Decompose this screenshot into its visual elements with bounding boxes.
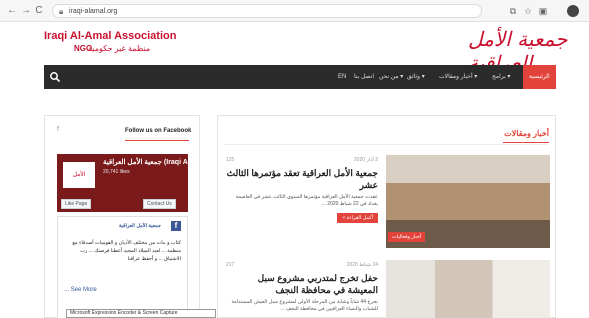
nav-home[interactable]: الرئيسية xyxy=(523,65,556,89)
nav-programs[interactable]: برامج ▾ xyxy=(492,65,510,89)
see-more-link[interactable]: ... See More xyxy=(64,287,97,293)
nav-about[interactable]: من نحن ▾ xyxy=(379,65,403,89)
search-icon[interactable] xyxy=(49,71,61,83)
article-card: 2 آذار 2020 125 جمعية الأمل العراقية تعق… xyxy=(226,157,378,223)
profile-avatar[interactable] xyxy=(567,5,579,17)
contact-us-button[interactable]: Contact Us xyxy=(143,199,176,209)
ngo-label-arabic: منظمة غير حكومية xyxy=(88,44,151,53)
heading-underline xyxy=(503,142,549,143)
extension-icon[interactable]: ▣ xyxy=(537,5,549,17)
article-date: 2 آذار 2020 xyxy=(353,157,378,163)
nav-contact[interactable]: اتصل بنا xyxy=(354,65,374,89)
browser-toolbar: ← → C 🔒︎ iraqi-alamal.org ⧉ ☆ ▣ xyxy=(0,0,589,22)
facebook-cover[interactable]: الأمل جمعية الأمل العراقية (Iraqi Ala...… xyxy=(57,154,199,212)
article-thumbnail[interactable]: أخبار وفعاليات xyxy=(386,155,550,248)
like-page-button[interactable]: Like Page xyxy=(61,199,92,209)
nav-news-articles[interactable]: أخبار ومقالات ▾ xyxy=(439,65,477,89)
article-views: 125 xyxy=(226,157,235,163)
heading-underline xyxy=(125,140,189,141)
facebook-logo-icon: f xyxy=(171,221,181,231)
site-name-english[interactable]: Iraqi Al-Amal Association xyxy=(44,30,176,42)
facebook-likes-count: 20,741 likes xyxy=(103,169,130,175)
news-heading: أخبار ومقالات xyxy=(504,129,549,138)
bookmark-star-icon[interactable]: ☆ xyxy=(522,5,534,17)
article-title[interactable]: حفل تخرج لمتدربي مشروع سبل المعيشة في مح… xyxy=(226,272,378,296)
page-logo: الأمل xyxy=(63,162,95,188)
post-text: كتاب و بنات من مختلف الأديان و القوميات … xyxy=(72,240,181,262)
news-section: أخبار ومقالات أخبار وفعاليات 2 آذار 2020… xyxy=(217,115,556,318)
article-excerpt: عقدت جمعية الأمل العراقية مؤتمرها السنوي… xyxy=(235,194,378,207)
article-card: 24 شباط 2020 217 حفل تخرج لمتدربي مشروع … xyxy=(226,262,378,313)
divider xyxy=(224,144,549,145)
main-navigation: الرئيسية برامج ▾ أخبار ومقالات ▾ وثائق ▾… xyxy=(44,65,556,89)
article-excerpt: تخرج 44 شاباً وشابة من المرحلة الأولى لم… xyxy=(231,299,378,312)
facebook-post: جمعية الأمل العراقية f كتاب و بنات من مخ… xyxy=(57,216,188,318)
read-more-button[interactable]: أكمل القراءة » xyxy=(337,213,378,223)
article-title[interactable]: جمعية الأمل العراقية تعقد مؤتمرها الثالث… xyxy=(226,167,378,191)
article-date: 24 شباط 2020 xyxy=(346,262,378,268)
address-bar[interactable]: 🔒︎ iraqi-alamal.org xyxy=(52,4,482,18)
post-author[interactable]: جمعية الأمل العراقية xyxy=(119,223,161,229)
nav-documents[interactable]: وثائق ▾ xyxy=(407,65,425,89)
back-button[interactable]: ← xyxy=(6,5,18,17)
url-text: iraqi-alamal.org xyxy=(69,8,118,15)
lock-icon: 🔒︎ xyxy=(59,7,64,16)
facebook-widget: f Follow us on Facebook الأمل جمعية الأم… xyxy=(44,115,200,318)
article-meta: 24 شباط 2020 217 xyxy=(226,262,378,270)
category-badge[interactable]: أخبار وفعاليات xyxy=(388,232,426,242)
facebook-page-name[interactable]: جمعية الأمل العراقية (Iraqi Ala... xyxy=(103,158,199,166)
tooltip: Microsoft Expression Encoder & Screen Ca… xyxy=(66,309,216,318)
article-views: 217 xyxy=(226,262,235,268)
forward-button[interactable]: → xyxy=(20,5,32,17)
article-thumbnail[interactable] xyxy=(386,260,550,318)
facebook-heading: Follow us on Facebook xyxy=(125,128,192,134)
reload-button[interactable]: C xyxy=(33,5,45,17)
translate-icon[interactable]: ⧉ xyxy=(507,5,519,17)
article-meta: 2 آذار 2020 125 xyxy=(226,157,378,165)
nav-english[interactable]: EN xyxy=(338,65,346,89)
facebook-icon: f xyxy=(57,126,59,133)
